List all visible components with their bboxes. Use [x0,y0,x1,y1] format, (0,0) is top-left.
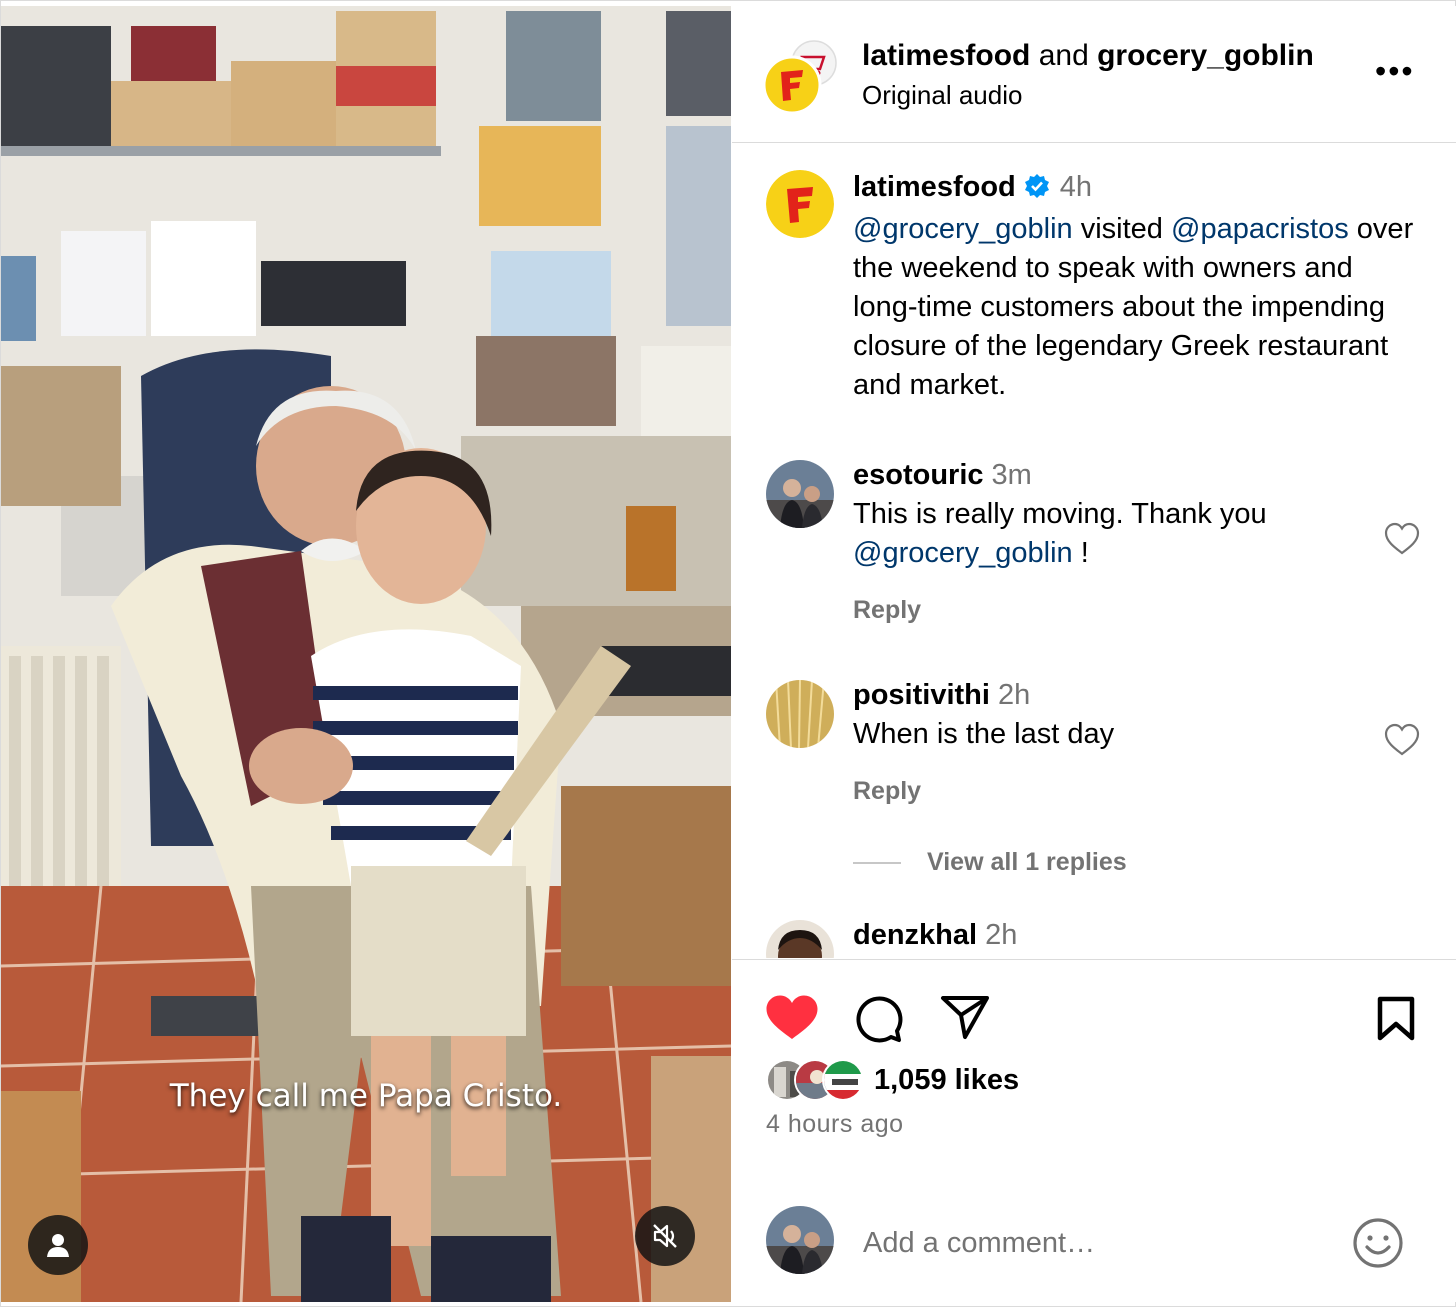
add-comment-row [732,1203,1456,1303]
reply-button[interactable]: Reply [853,777,921,806]
caption-text-1: visited [1072,213,1171,245]
share-paper-plane-icon[interactable] [940,994,990,1040]
latimesfood-avatar [762,55,822,115]
like-comment-heart-icon[interactable] [1384,522,1420,556]
post-header: latimesfood and grocery_goblin Original … [732,6,1456,143]
collab-avatars[interactable] [762,39,838,115]
likes-count[interactable]: 1,059 likes [874,1064,1019,1097]
more-options-button[interactable]: ••• [1375,55,1415,87]
view-replies-label: View all 1 replies [927,848,1127,876]
commenter-avatar[interactable] [766,680,834,748]
emoji-smiley-icon[interactable] [1352,1217,1404,1269]
esotouric-avatar-image [766,460,834,528]
comment-username[interactable]: esotouric [853,459,984,491]
denzkhal-avatar-image [766,920,834,958]
latimesfood-logo-icon [766,170,834,238]
add-comment-input[interactable] [863,1223,1323,1263]
mute-toggle-button[interactable] [635,1206,695,1266]
speaker-muted-icon [653,1224,677,1248]
post-actions: 1,059 likes 4 hours ago [732,959,1456,1302]
positivithi-avatar-image [766,680,834,748]
comment-username[interactable]: denzkhal [853,919,977,951]
liker-avatar-image [824,1061,862,1099]
verified-badge-icon [1024,171,1050,210]
comment-body-end: ! [1072,537,1089,569]
replies-divider [853,861,901,864]
author-grocery-goblin[interactable]: grocery_goblin [1097,39,1314,72]
comment-mention[interactable]: @grocery_goblin [853,537,1073,569]
mention-papacristos[interactable]: @papacristos [1171,213,1349,245]
comment-text: positivithi 2h When is the last day [853,676,1373,754]
comment-username[interactable]: positivithi [853,679,990,711]
caption-username[interactable]: latimesfood [853,171,1016,203]
post-caption: latimesfood 4h @grocery_goblin visited @pa… [853,168,1423,405]
original-audio-link[interactable]: Original audio [862,80,1022,111]
comment-time: 3m [991,459,1032,491]
save-bookmark-icon[interactable] [1376,996,1416,1042]
author-latimesfood[interactable]: latimesfood [862,39,1030,72]
post-modal: They call me Papa Cristo. latimesfood an… [0,0,1456,1307]
current-user-avatar [766,1206,834,1274]
comment-body: When is the last day [853,718,1115,750]
comment-time: 2h [997,679,1031,711]
likes-summary[interactable]: 1,059 likes [766,1057,1019,1103]
video-subtitle: They call me Papa Cristo. [169,1078,563,1114]
authors-joiner: and [1030,39,1098,72]
comment-bubble-icon[interactable] [853,994,903,1044]
post-authors[interactable]: latimesfood and grocery_goblin [862,39,1314,73]
comments-list[interactable]: latimesfood 4h @grocery_goblin visited @pa… [732,144,1456,958]
like-comment-heart-icon[interactable] [1384,723,1420,757]
caption-author-avatar[interactable] [766,170,834,238]
view-replies-button[interactable]: View all 1 replies [853,848,1127,877]
reply-button[interactable]: Reply [853,596,921,625]
mention-grocery-goblin[interactable]: @grocery_goblin [853,213,1073,245]
liked-heart-icon[interactable] [765,994,819,1042]
caption-time: 4h [1059,171,1093,203]
comment-text: esotouric 3m This is really moving. Thank … [853,456,1373,573]
commenter-avatar[interactable] [766,460,834,528]
liker-avatar [822,1059,864,1101]
person-icon [47,1234,69,1257]
post-timestamp[interactable]: 4 hours ago [766,1110,904,1139]
tagged-users-button[interactable] [28,1215,88,1275]
comment-body: This is really moving. Thank you [853,498,1267,530]
current-user-avatar-image [766,1206,834,1274]
comment-text: denzkhal 2h [853,916,1373,955]
reel-video[interactable]: They call me Papa Cristo. [1,6,731,1302]
post-sidebar: latimesfood and grocery_goblin Original … [732,6,1456,1302]
commenter-avatar[interactable] [766,920,834,958]
comment-time: 2h [985,919,1018,951]
